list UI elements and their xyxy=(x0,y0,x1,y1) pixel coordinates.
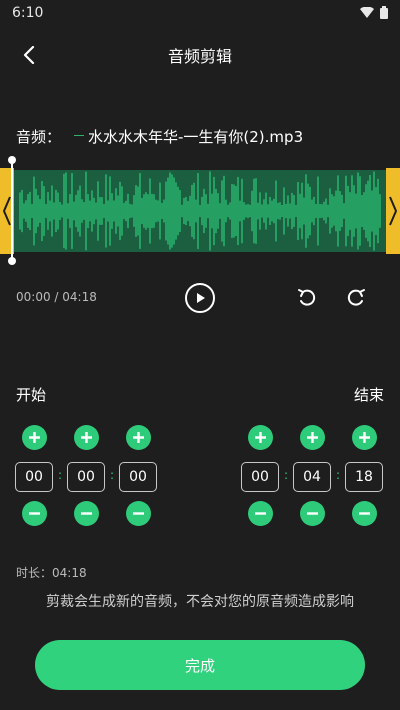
hint-text: 剪裁会生成新的音频，不会对您的原音频造成影响 xyxy=(46,594,354,610)
playback-time: 00:00 / 04:18 xyxy=(16,290,97,304)
status-icons xyxy=(360,6,388,19)
plus-icon xyxy=(29,432,40,443)
plus-icon xyxy=(255,432,266,443)
trim-handle-right[interactable] xyxy=(386,168,400,254)
audio-label: 音频： xyxy=(16,128,62,146)
minus-icon xyxy=(133,512,144,515)
redo-button[interactable] xyxy=(345,287,367,309)
start-hours-increment-button[interactable] xyxy=(22,425,47,450)
minus-icon xyxy=(255,512,266,515)
battery-icon xyxy=(380,6,388,19)
minus-icon xyxy=(29,512,40,515)
minus-icon xyxy=(359,512,370,515)
plus-icon xyxy=(81,432,92,443)
end-seconds-field[interactable]: 18 xyxy=(345,462,383,492)
undo-icon xyxy=(298,289,316,306)
time-separator: : xyxy=(58,468,63,482)
chevron-right-icon xyxy=(389,196,398,226)
play-icon xyxy=(197,293,205,303)
minus-icon xyxy=(81,512,92,515)
plus-icon xyxy=(133,432,144,443)
end-hours-field[interactable]: 00 xyxy=(241,462,279,492)
start-seconds-decrement-button[interactable] xyxy=(126,501,151,526)
end-minutes-decrement-button[interactable] xyxy=(300,501,325,526)
audio-file-name: 水水水木年华-一生有你(2).mp3 xyxy=(73,128,304,146)
start-hours-decrement-button[interactable] xyxy=(22,501,47,526)
time-separator: : xyxy=(284,468,289,482)
end-label: 结束 xyxy=(353,386,384,404)
end-minutes-increment-button[interactable] xyxy=(300,425,325,450)
start-minutes-increment-button[interactable] xyxy=(74,425,99,450)
playhead-bottom-knob[interactable] xyxy=(8,257,16,265)
status-time: 6:10 xyxy=(12,5,44,21)
plus-icon xyxy=(359,432,370,443)
time-separator: : xyxy=(110,468,115,482)
wifi-icon xyxy=(360,7,374,18)
play-button[interactable] xyxy=(185,283,215,313)
start-minutes-field[interactable]: 00 xyxy=(67,462,105,492)
end-hours-decrement-button[interactable] xyxy=(248,501,273,526)
start-label: 开始 xyxy=(16,386,47,404)
duration-text: 时长：04:18 xyxy=(16,566,87,580)
page-title: 音频剪辑 xyxy=(167,47,232,66)
done-button[interactable]: 完成 xyxy=(35,640,365,690)
start-minutes-decrement-button[interactable] xyxy=(74,501,99,526)
end-seconds-decrement-button[interactable] xyxy=(352,501,377,526)
start-hours-field[interactable]: 00 xyxy=(15,462,53,492)
end-seconds-increment-button[interactable] xyxy=(352,425,377,450)
plus-icon xyxy=(307,432,318,443)
undo-button[interactable] xyxy=(296,287,318,309)
waveform[interactable] xyxy=(12,170,388,252)
start-seconds-field[interactable]: 00 xyxy=(119,462,157,492)
minus-icon xyxy=(307,512,318,515)
start-seconds-increment-button[interactable] xyxy=(126,425,151,450)
playhead-line[interactable] xyxy=(11,160,13,262)
end-hours-increment-button[interactable] xyxy=(248,425,273,450)
playhead-top-knob[interactable] xyxy=(8,156,16,164)
end-minutes-field[interactable]: 04 xyxy=(293,462,331,492)
redo-icon xyxy=(347,289,365,306)
time-separator: : xyxy=(336,468,341,482)
